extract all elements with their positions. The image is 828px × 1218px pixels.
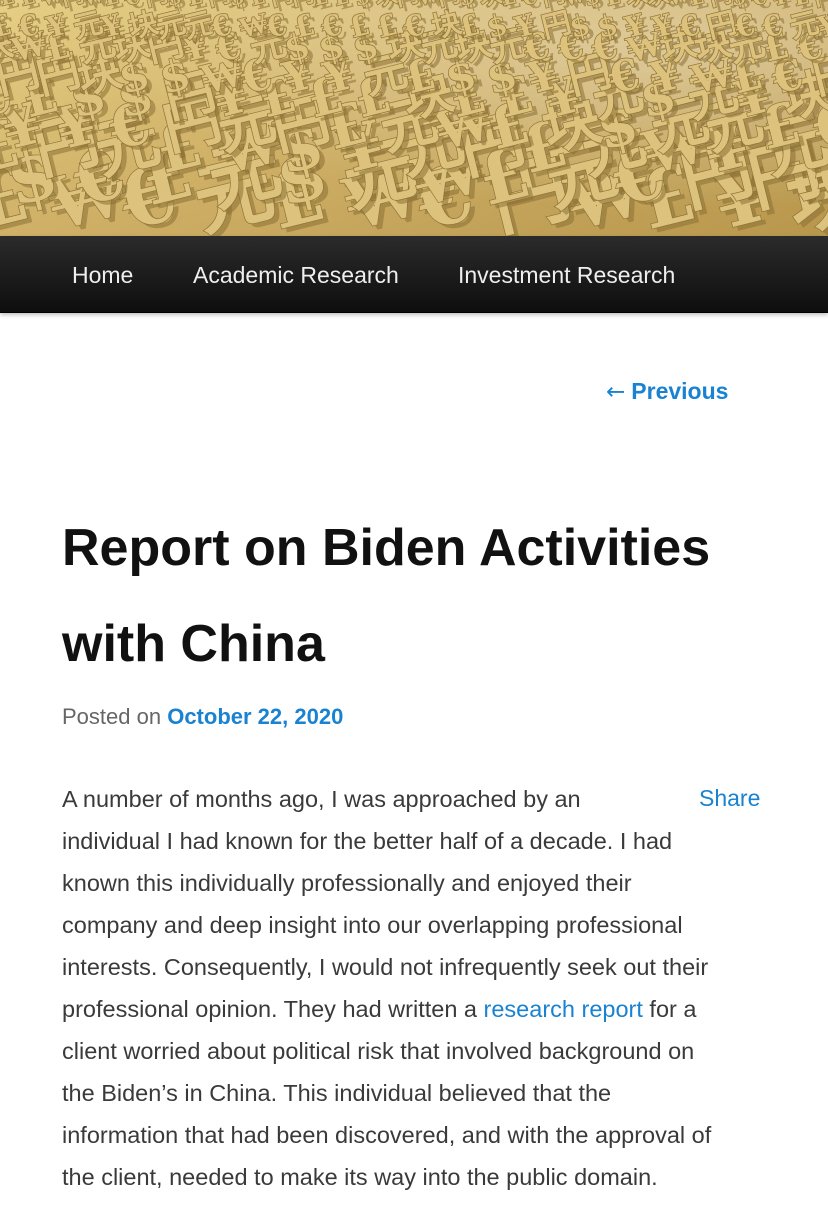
currency-symbols-banner-icon: ££ ₩₩€€ 元元££ ₩₩€€ 円円₩₩££ ¥¥ 块块$$ €€ ££ 元元$$ 元元₩₩££… bbox=[0, 0, 828, 236]
paragraph-line: company and deep insight into our overla… bbox=[62, 912, 683, 938]
paragraph-line: interests. Consequently, I would not inf… bbox=[62, 954, 709, 980]
previous-post-link[interactable]: ← Previous bbox=[606, 378, 728, 405]
line-text-after-link: for a bbox=[642, 996, 697, 1022]
header-banner: £ £ ₩ ₩ € € 元元 £ £ ₩ ₩ € € 円円 ₩ ₩ £ £ ¥ ¥ 块块 $ $ € € £ £ 元元 $ $ 元元 ₩ ₩ £ £… bbox=[0, 0, 828, 236]
paragraph-line: individual I had known for the better ha… bbox=[62, 828, 673, 854]
left-arrow-icon: ← bbox=[606, 379, 626, 405]
nav-item-home[interactable]: Home bbox=[72, 236, 133, 314]
research-report-link[interactable]: research report bbox=[484, 996, 643, 1022]
post-date-link[interactable]: October 22, 2020 bbox=[167, 704, 343, 729]
main-nav: Home Academic Research Investment Resear… bbox=[0, 236, 828, 313]
paragraph-line: the Biden’s in China. This individual be… bbox=[62, 1080, 612, 1106]
post-content: A number of months ago, I was approached… bbox=[62, 778, 782, 1198]
previous-label: Previous bbox=[631, 378, 729, 404]
post-meta: Posted on October 22, 2020 bbox=[62, 704, 343, 730]
paragraph-line: A number of months ago, I was approached… bbox=[62, 786, 581, 812]
post-title-line-2: with China bbox=[62, 615, 325, 673]
paragraph-line: client worried about political risk that… bbox=[62, 1038, 695, 1064]
post-title: Report on Biden Activities with China bbox=[62, 500, 782, 692]
nav-item-academic-research[interactable]: Academic Research bbox=[193, 236, 399, 314]
paragraph-line: information that had been discovered, an… bbox=[62, 1122, 712, 1148]
nav-item-investment-research[interactable]: Investment Research bbox=[458, 236, 675, 314]
post-title-line-1: Report on Biden Activities bbox=[62, 519, 711, 577]
paragraph-line: the client, needed to make its way into … bbox=[62, 1164, 658, 1190]
line-text-before-link: professional opinion. They had written a bbox=[62, 996, 484, 1022]
posted-on-label: Posted on bbox=[62, 704, 162, 729]
paragraph-line: professional opinion. They had written a… bbox=[62, 988, 782, 1030]
paragraph-line: known this individually professionally a… bbox=[62, 870, 632, 896]
